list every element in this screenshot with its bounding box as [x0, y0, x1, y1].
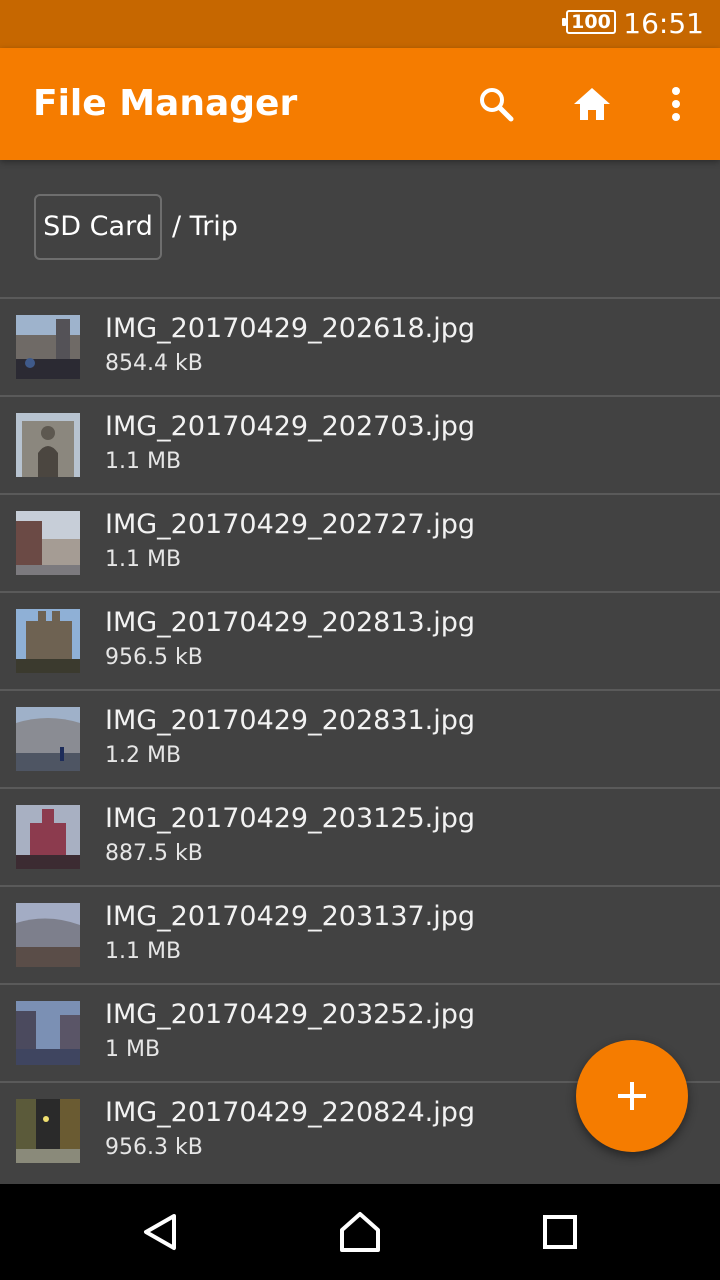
- file-size: 887.5 kB: [105, 841, 203, 866]
- battery-level: 100: [571, 11, 611, 33]
- breadcrumb-root-button[interactable]: SD Card: [34, 194, 162, 260]
- file-row[interactable]: IMG_20170429_202618.jpg 854.4 kB: [0, 297, 720, 395]
- status-bar: 100 16:51: [0, 0, 720, 48]
- file-row[interactable]: IMG_20170429_202703.jpg 1.1 MB: [0, 395, 720, 493]
- overflow-menu-button[interactable]: [648, 76, 704, 132]
- file-size: 1.1 MB: [105, 939, 182, 964]
- more-vert-icon: [672, 87, 680, 121]
- home-icon: [574, 88, 610, 120]
- back-icon: [144, 1214, 176, 1250]
- file-name: IMG_20170429_220824.jpg: [105, 1097, 476, 1128]
- image-thumbnail: [16, 413, 80, 477]
- file-size: 854.4 kB: [105, 351, 203, 376]
- image-thumbnail: [16, 1001, 80, 1065]
- image-thumbnail: [16, 315, 80, 379]
- home-outline-icon: [340, 1212, 380, 1252]
- file-name: IMG_20170429_202727.jpg: [105, 509, 476, 540]
- navigation-bar: [0, 1184, 720, 1280]
- add-icon: [618, 1082, 646, 1110]
- file-name: IMG_20170429_203125.jpg: [105, 803, 476, 834]
- app-title: File Manager: [33, 83, 298, 124]
- status-time: 16:51: [623, 7, 704, 40]
- file-size: 1 MB: [105, 1037, 161, 1062]
- recents-icon: [543, 1215, 577, 1249]
- file-row[interactable]: IMG_20170429_203125.jpg 887.5 kB: [0, 787, 720, 885]
- file-row[interactable]: IMG_20170429_202831.jpg 1.2 MB: [0, 689, 720, 787]
- file-name: IMG_20170429_202813.jpg: [105, 607, 476, 638]
- add-fab-button[interactable]: [576, 1040, 688, 1152]
- back-button[interactable]: [130, 1202, 190, 1262]
- file-row[interactable]: IMG_20170429_202727.jpg 1.1 MB: [0, 493, 720, 591]
- file-size: 956.5 kB: [105, 645, 203, 670]
- file-size: 1.1 MB: [105, 547, 182, 572]
- home-button[interactable]: [564, 76, 620, 132]
- image-thumbnail: [16, 707, 80, 771]
- breadcrumb-current-folder[interactable]: / Trip: [172, 194, 238, 260]
- file-size: 1.1 MB: [105, 449, 182, 474]
- image-thumbnail: [16, 805, 80, 869]
- breadcrumb: SD Card / Trip: [0, 160, 720, 297]
- recents-button[interactable]: [530, 1202, 590, 1262]
- search-icon: [480, 88, 514, 122]
- file-name: IMG_20170429_203252.jpg: [105, 999, 476, 1030]
- file-name: IMG_20170429_202618.jpg: [105, 313, 476, 344]
- file-row[interactable]: IMG_20170429_203137.jpg 1.1 MB: [0, 885, 720, 983]
- file-name: IMG_20170429_202831.jpg: [105, 705, 476, 736]
- app-toolbar: File Manager: [0, 48, 720, 160]
- file-size: 956.3 kB: [105, 1135, 203, 1160]
- search-button[interactable]: [468, 76, 524, 132]
- image-thumbnail: [16, 1099, 80, 1163]
- home-nav-button[interactable]: [330, 1202, 390, 1262]
- file-name: IMG_20170429_202703.jpg: [105, 411, 476, 442]
- image-thumbnail: [16, 511, 80, 575]
- file-name: IMG_20170429_203137.jpg: [105, 901, 476, 932]
- file-size: 1.2 MB: [105, 743, 182, 768]
- image-thumbnail: [16, 903, 80, 967]
- image-thumbnail: [16, 609, 80, 673]
- file-row[interactable]: IMG_20170429_202813.jpg 956.5 kB: [0, 591, 720, 689]
- battery-icon: 100: [562, 10, 616, 34]
